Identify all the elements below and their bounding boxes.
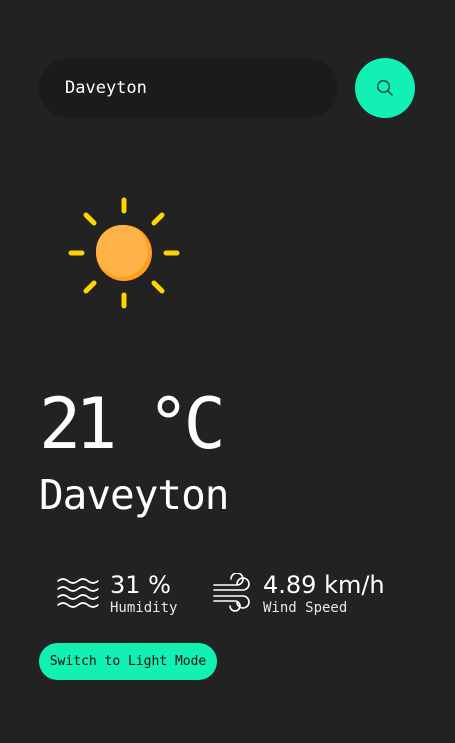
search-input[interactable]: Daveyton (39, 58, 338, 118)
temperature: 21 °C (39, 383, 226, 465)
humidity-value: 31 % (110, 571, 171, 599)
humidity-waves-icon (57, 578, 99, 608)
city-name: Daveyton (39, 471, 229, 519)
search-button[interactable] (355, 58, 415, 118)
search-icon (376, 79, 393, 96)
switch-theme-button[interactable]: Switch to Light Mode (39, 643, 217, 680)
wind-value: 4.89 km/h (263, 571, 385, 599)
wind-stat: 4.89 km/h Wind Speed (211, 570, 385, 616)
humidity-stat: 31 % Humidity (56, 570, 177, 616)
wind-icon (213, 573, 250, 612)
humidity-label: Humidity (110, 600, 178, 616)
wind-label: Wind Speed (263, 600, 348, 616)
sun-icon (68, 197, 180, 309)
